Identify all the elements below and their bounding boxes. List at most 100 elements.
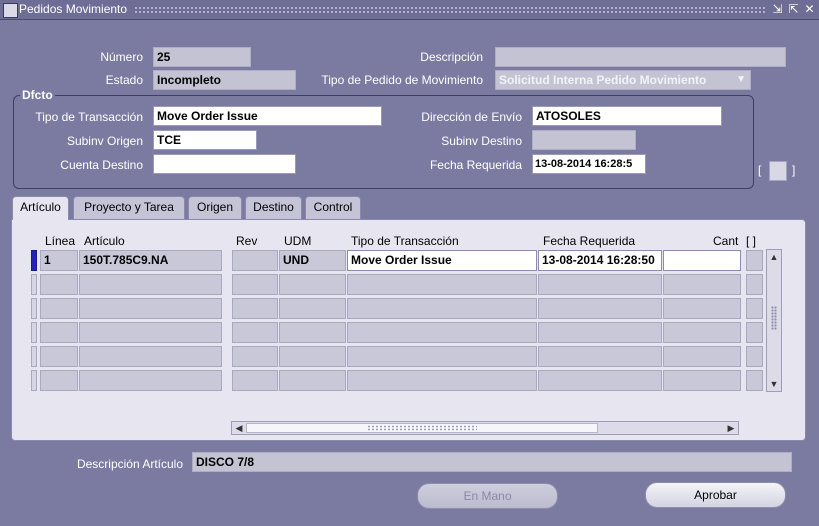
table-cell-empty[interactable] — [663, 370, 741, 391]
table-cell-empty[interactable] — [538, 346, 662, 367]
vertical-scrollbar[interactable]: ▲ ▼ — [766, 249, 782, 392]
estado-field[interactable]: Incompleto — [153, 70, 296, 90]
horizontal-scrollbar[interactable]: ◀ ▶ — [231, 421, 739, 435]
descripcion-field[interactable] — [495, 47, 786, 67]
scroll-down-icon[interactable]: ▼ — [769, 379, 779, 389]
table-cell-empty[interactable] — [232, 370, 278, 391]
tab-control[interactable]: Control — [305, 196, 361, 219]
aprobar-button[interactable]: Aprobar — [645, 482, 786, 508]
table-cell-empty[interactable] — [347, 298, 537, 319]
table-cell-empty[interactable] — [40, 346, 78, 367]
tipo-transaccion-field[interactable]: Move Order Issue — [153, 106, 382, 126]
cell-tipo-transaccion[interactable]: Move Order Issue — [347, 250, 537, 271]
table-cell-empty[interactable] — [232, 274, 278, 295]
table-cell-empty[interactable] — [279, 322, 346, 343]
table-cell-empty[interactable] — [79, 274, 222, 295]
table-cell-empty[interactable] — [40, 322, 78, 343]
table-cell-empty[interactable] — [746, 370, 763, 391]
scroll-up-icon[interactable]: ▲ — [769, 252, 779, 262]
table-cell-empty[interactable] — [746, 274, 763, 295]
maximize-icon[interactable]: ⇱ — [787, 2, 800, 16]
cuenta-destino-label: Cuenta Destino — [60, 158, 143, 172]
scroll-right-icon[interactable]: ▶ — [726, 423, 736, 433]
cell-udm[interactable]: UND — [279, 250, 346, 271]
minimize-icon[interactable]: ⇲ — [771, 2, 784, 16]
subinv-destino-field[interactable] — [532, 130, 636, 150]
cell-fecha-requerida[interactable]: 13-08-2014 16:28:50 — [538, 250, 662, 271]
col-header-flexfield: [ ] — [746, 234, 757, 248]
tab-proyecto-tarea[interactable]: Proyecto y Tarea — [73, 196, 185, 219]
table-cell-empty[interactable] — [79, 370, 222, 391]
horizontal-scroll-thumb[interactable] — [246, 423, 598, 433]
tab-origen[interactable]: Origen — [188, 196, 242, 219]
table-cell-empty[interactable] — [279, 274, 346, 295]
table-cell-empty[interactable] — [746, 298, 763, 319]
title-bar-pattern — [134, 6, 766, 13]
cuenta-destino-field[interactable] — [153, 154, 296, 174]
table-cell-empty[interactable] — [663, 274, 741, 295]
table-cell-empty[interactable] — [746, 322, 763, 343]
row-indicator[interactable] — [31, 346, 37, 367]
cell-cant[interactable] — [663, 250, 741, 271]
row-indicator[interactable] — [31, 274, 37, 295]
table-cell-empty[interactable] — [79, 322, 222, 343]
scroll-grip[interactable] — [771, 306, 777, 330]
descripcion-articulo-field[interactable]: DISCO 7/8 — [192, 452, 792, 472]
window-title: Pedidos Movimiento — [19, 2, 128, 16]
fecha-requerida-label: Fecha Requerida — [429, 158, 522, 172]
table-cell-empty[interactable] — [40, 298, 78, 319]
row-indicator[interactable] — [31, 298, 37, 319]
table-cell-empty[interactable] — [746, 346, 763, 367]
numero-label: Número — [100, 50, 143, 64]
fecha-requerida-field[interactable]: 13-08-2014 16:28:5 — [532, 154, 646, 174]
col-header-tipo-transaccion: Tipo de Transacción — [351, 234, 459, 248]
en-mano-button[interactable]: En Mano — [417, 483, 558, 509]
table-cell-empty[interactable] — [347, 274, 537, 295]
subinv-origen-field[interactable]: TCE — [153, 130, 257, 150]
cell-articulo[interactable]: 150T.785C9.NA — [79, 250, 222, 271]
direccion-envio-label: Dirección de Envío — [421, 110, 522, 124]
tab-destino[interactable]: Destino — [245, 196, 302, 219]
tipo-pedido-label: Tipo de Pedido de Movimiento — [321, 73, 483, 87]
scroll-left-icon[interactable]: ◀ — [234, 423, 244, 433]
close-icon[interactable]: ✕ — [803, 2, 816, 16]
tipo-transaccion-label: Tipo de Transacción — [35, 110, 143, 124]
row-indicator-current[interactable] — [31, 250, 37, 271]
scroll-thumb-grip — [367, 425, 477, 431]
cell-flexfield[interactable] — [746, 250, 763, 271]
table-cell-empty[interactable] — [347, 370, 537, 391]
table-cell-empty[interactable] — [79, 298, 222, 319]
col-header-linea: Línea — [45, 234, 76, 248]
table-cell-empty[interactable] — [347, 322, 537, 343]
table-cell-empty[interactable] — [279, 346, 346, 367]
table-cell-empty[interactable] — [232, 346, 278, 367]
tipo-pedido-value: Solicitud Interna Pedido Movimiento — [499, 73, 707, 87]
descripcion-label: Descripción — [420, 50, 483, 64]
table-cell-empty[interactable] — [538, 322, 662, 343]
numero-field[interactable]: 25 — [153, 47, 251, 67]
table-cell-empty[interactable] — [232, 322, 278, 343]
tab-articulo[interactable]: Artículo — [12, 196, 69, 220]
flexfield-field[interactable] — [769, 161, 787, 181]
table-cell-empty[interactable] — [663, 322, 741, 343]
direccion-envio-field[interactable]: ATOSOLES — [532, 106, 722, 126]
row-indicator[interactable] — [31, 370, 37, 391]
row-indicator[interactable] — [31, 322, 37, 343]
col-header-fecha-requerida: Fecha Requerida — [543, 234, 636, 248]
table-cell-empty[interactable] — [279, 298, 346, 319]
table-cell-empty[interactable] — [663, 346, 741, 367]
table-cell-empty[interactable] — [40, 274, 78, 295]
table-cell-empty[interactable] — [663, 298, 741, 319]
table-cell-empty[interactable] — [538, 298, 662, 319]
tipo-pedido-select[interactable]: Solicitud Interna Pedido Movimiento ▼ — [495, 70, 751, 90]
table-cell-empty[interactable] — [40, 370, 78, 391]
table-cell-empty[interactable] — [79, 346, 222, 367]
table-cell-empty[interactable] — [279, 370, 346, 391]
table-cell-empty[interactable] — [538, 370, 662, 391]
table-cell-empty[interactable] — [232, 298, 278, 319]
table-cell-empty[interactable] — [538, 274, 662, 295]
cell-linea[interactable]: 1 — [40, 250, 78, 271]
cell-rev[interactable] — [232, 250, 278, 271]
app-icon — [3, 3, 18, 18]
table-cell-empty[interactable] — [347, 346, 537, 367]
